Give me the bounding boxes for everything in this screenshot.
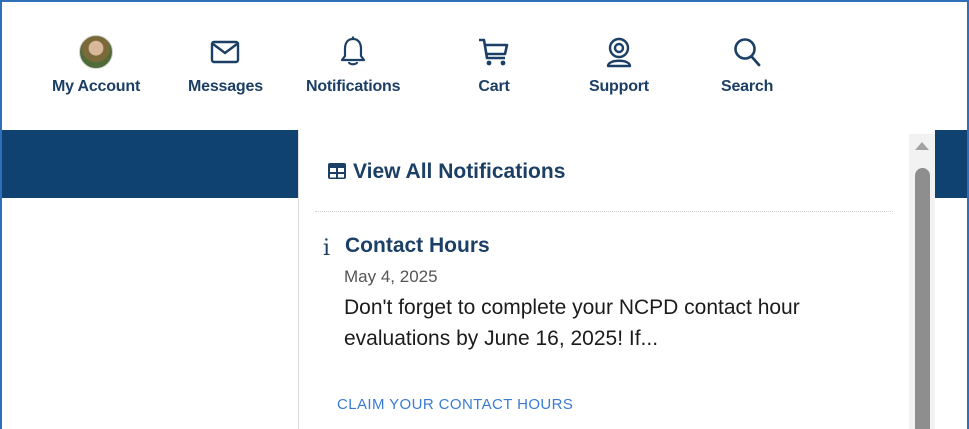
nav-support[interactable]: Support xyxy=(589,32,649,96)
divider xyxy=(315,211,893,212)
table-icon xyxy=(327,162,347,182)
info-icon: i xyxy=(323,236,331,261)
nav-label-notifications: Notifications xyxy=(306,78,401,95)
nav-label-messages: Messages xyxy=(188,78,263,95)
nav-label-support: Support xyxy=(589,78,649,95)
view-all-label: View All Notifications xyxy=(353,160,566,183)
scrollbar[interactable] xyxy=(909,134,935,429)
nav-label-my-account: My Account xyxy=(52,78,141,95)
claim-contact-hours-link[interactable]: CLAIM YOUR CONTACT HOURS xyxy=(337,396,573,413)
avatar xyxy=(76,32,116,72)
search-icon xyxy=(727,32,767,72)
window-frame: My Account Messages Notifications Cart S… xyxy=(0,0,969,429)
notification-date: May 4, 2025 xyxy=(344,267,438,286)
avatar-image xyxy=(79,35,114,69)
top-navigation: My Account Messages Notifications Cart S… xyxy=(2,2,967,130)
envelope-icon xyxy=(205,32,245,72)
scroll-thumb[interactable] xyxy=(915,168,930,429)
site-banner-right xyxy=(935,130,967,198)
nav-label-search: Search xyxy=(721,78,774,95)
nav-label-cart: Cart xyxy=(478,78,510,95)
view-all-notifications-link[interactable]: View All Notifications xyxy=(327,160,565,184)
nav-cart[interactable]: Cart xyxy=(474,32,514,96)
scroll-up-arrow-icon[interactable] xyxy=(915,142,929,150)
nav-notifications[interactable]: Notifications xyxy=(306,32,400,96)
nav-messages[interactable]: Messages xyxy=(188,32,263,96)
cart-icon xyxy=(474,32,514,72)
support-icon xyxy=(599,32,639,72)
page-content-right xyxy=(935,198,967,429)
notifications-dropdown: View All Notifications i Contact Hours M… xyxy=(298,130,935,429)
nav-my-account[interactable]: My Account xyxy=(52,32,140,96)
notification-body: Don't forget to complete your NCPD conta… xyxy=(344,296,800,350)
page-content-area xyxy=(2,198,298,429)
nav-search[interactable]: Search xyxy=(721,32,773,96)
bell-icon xyxy=(333,32,373,72)
notification-title: Contact Hours xyxy=(345,234,490,257)
